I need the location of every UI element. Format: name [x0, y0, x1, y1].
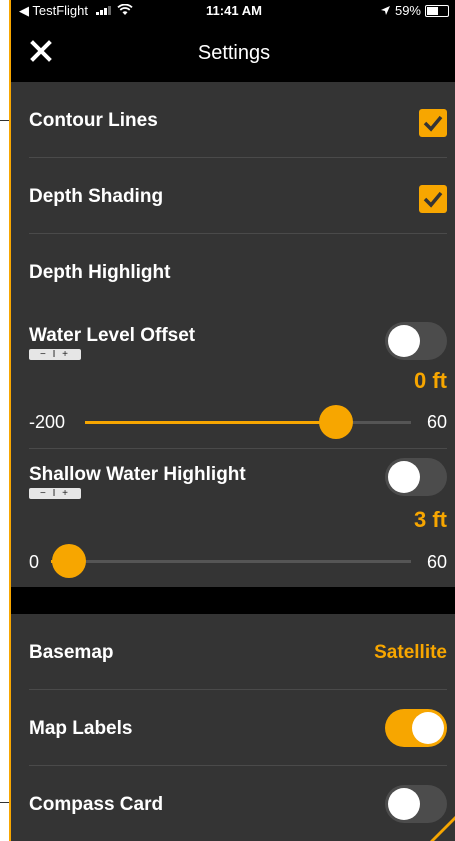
- depth-highlight-label: Depth Highlight: [29, 262, 171, 283]
- basemap-value[interactable]: Satellite: [374, 642, 447, 664]
- water-level-slider-max: 60: [426, 412, 447, 432]
- checkmark-icon: [423, 191, 443, 208]
- map-display-panel: Basemap Satellite Map Labels Compass Car…: [11, 614, 455, 841]
- contour-lines-row[interactable]: Contour Lines: [29, 82, 447, 158]
- page-title: Settings: [197, 42, 271, 64]
- water-level-plus-minus-badge: − I +: [29, 349, 81, 360]
- toggle-knob: [388, 788, 420, 820]
- status-right: 59%: [380, 3, 449, 18]
- slider-thumb[interactable]: [318, 405, 353, 439]
- phone-screen: ◀ TestFlight 11:41 AM 59% Settings Conto…: [9, 0, 455, 841]
- battery-icon: [425, 4, 449, 17]
- checkmark-icon: [423, 115, 443, 132]
- compass-card-label: Compass Card: [29, 794, 164, 815]
- contour-lines-checkbox[interactable]: [419, 109, 447, 137]
- status-bar: ◀ TestFlight 11:41 AM 59%: [11, 0, 455, 22]
- water-level-offset-toggle[interactable]: [385, 322, 447, 360]
- corner-accent-inner: [421, 818, 455, 841]
- water-level-offset-label: Water Level Offset: [29, 325, 196, 346]
- toggle-knob: [388, 461, 420, 493]
- contour-lines-label: Contour Lines: [29, 110, 158, 131]
- depth-shading-label: Depth Shading: [29, 186, 164, 207]
- slider-fill: [85, 421, 336, 424]
- depth-shading-checkbox[interactable]: [419, 185, 447, 213]
- basemap-label: Basemap: [29, 642, 114, 663]
- map-settings-panel: Contour Lines Depth Shading Depth Highli…: [11, 82, 455, 587]
- map-labels-row[interactable]: Map Labels: [29, 690, 447, 766]
- divider: [29, 448, 447, 449]
- shallow-water-highlight-toggle[interactable]: [385, 458, 447, 496]
- basemap-row[interactable]: Basemap Satellite: [29, 614, 447, 690]
- toggle-knob: [388, 325, 420, 357]
- toggle-knob: [412, 712, 444, 744]
- shallow-water-highlight-label: Shallow Water Highlight: [29, 464, 246, 485]
- shallow-water-plus-minus-badge: − I +: [29, 488, 81, 499]
- map-labels-toggle[interactable]: [385, 709, 447, 747]
- nav-bar: Settings: [11, 22, 455, 82]
- battery-percent: 59%: [394, 3, 421, 18]
- shallow-water-highlight-value: 3 ft: [414, 507, 447, 532]
- slider-thumb[interactable]: [52, 544, 86, 578]
- shallow-water-slider-min: 0: [29, 552, 40, 572]
- shallow-water-slider-max: 60: [426, 552, 447, 572]
- depth-shading-row[interactable]: Depth Shading: [29, 158, 447, 234]
- water-level-offset-value: 0 ft: [414, 368, 447, 393]
- battery-fill: [427, 6, 438, 15]
- depth-highlight-row: Depth Highlight: [29, 234, 447, 310]
- map-labels-label: Map Labels: [29, 718, 133, 739]
- slider-track: [51, 560, 411, 563]
- water-level-slider-min: -200: [29, 412, 66, 432]
- location-arrow-icon: [380, 6, 390, 15]
- compass-card-row[interactable]: Compass Card: [29, 766, 447, 841]
